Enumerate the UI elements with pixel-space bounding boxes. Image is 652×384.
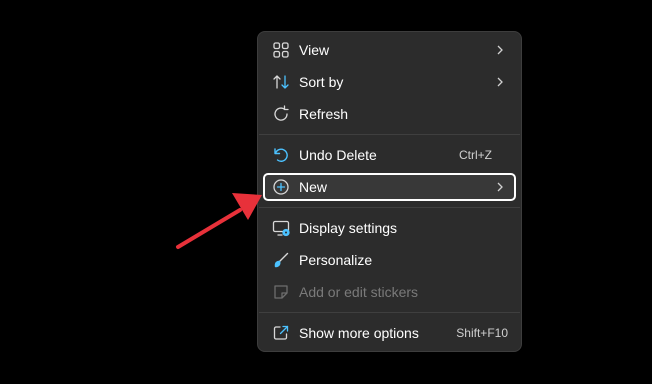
menu-item-label: Refresh: [299, 106, 349, 122]
sticker-icon: [271, 282, 291, 302]
menu-item-label: New: [299, 179, 328, 195]
view-grid-icon: [271, 40, 291, 60]
chevron-right-icon: [494, 76, 506, 88]
shortcut-text: Ctrl+Z: [459, 148, 492, 162]
menu-separator: [259, 207, 520, 208]
menu-item-label: Add or edit stickers: [299, 284, 419, 300]
menu-item-label: Display settings: [299, 220, 398, 236]
menu-item-add-or-edit-stickers: Add or edit stickers: [263, 278, 516, 306]
chevron-right-icon: [494, 44, 506, 56]
menu-item-new[interactable]: New: [263, 173, 516, 201]
menu-item-show-more-options[interactable]: Show more options Shift+F10: [263, 319, 516, 347]
plus-circle-icon: [271, 177, 291, 197]
menu-separator: [259, 312, 520, 313]
undo-icon: [271, 145, 291, 165]
shortcut-text: Shift+F10: [456, 326, 508, 340]
menu-item-display-settings[interactable]: Display settings: [263, 214, 516, 242]
sort-icon: [271, 72, 291, 92]
menu-item-sort-by[interactable]: Sort by: [263, 68, 516, 96]
menu-item-label: Show more options: [299, 325, 419, 341]
menu-item-view[interactable]: View: [263, 36, 516, 64]
menu-item-refresh[interactable]: Refresh: [263, 100, 516, 128]
desktop-background[interactable]: View Sort by Refresh Undo Delete Ctrl+Z …: [0, 0, 652, 384]
show-more-icon: [271, 323, 291, 343]
menu-item-label: Personalize: [299, 252, 373, 268]
brush-icon: [271, 250, 291, 270]
menu-item-label: Sort by: [299, 74, 344, 90]
menu-separator: [259, 134, 520, 135]
chevron-right-icon: [494, 181, 506, 193]
context-menu: View Sort by Refresh Undo Delete Ctrl+Z …: [257, 31, 522, 352]
menu-item-label: Undo Delete: [299, 147, 377, 163]
menu-item-personalize[interactable]: Personalize: [263, 246, 516, 274]
menu-item-label: View: [299, 42, 330, 58]
display-settings-icon: [271, 218, 291, 238]
menu-item-undo-delete[interactable]: Undo Delete Ctrl+Z: [263, 141, 516, 169]
refresh-icon: [271, 104, 291, 124]
